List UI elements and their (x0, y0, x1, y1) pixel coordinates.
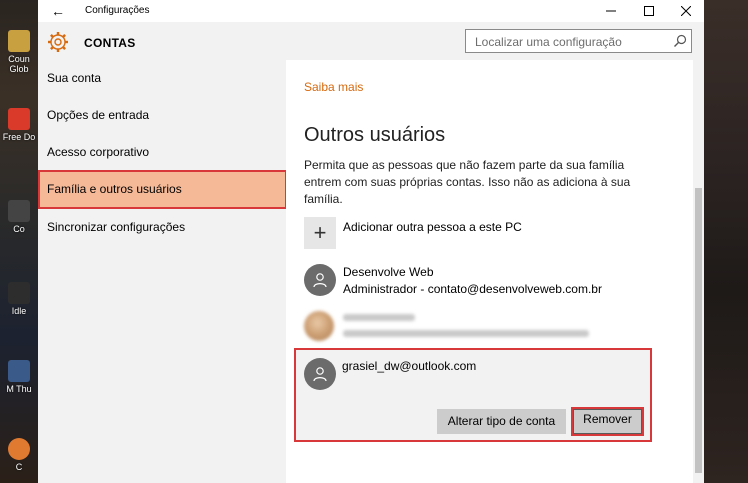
download-app-icon (8, 108, 30, 130)
gear-icon (48, 32, 68, 52)
main-content: Saiba mais Outros usuários Permita que a… (286, 60, 704, 483)
section-description: Permita que as pessoas que não fazem par… (304, 158, 631, 206)
settings-header: CONTAS Localizar uma configuração (38, 22, 704, 60)
user-icon (313, 367, 327, 382)
desktop-icon-6[interactable]: C (0, 438, 38, 472)
sidebar-item-acesso-corporativo[interactable]: Acesso corporativo (38, 134, 286, 170)
close-button[interactable] (668, 0, 704, 22)
plus-icon: + (313, 220, 327, 245)
blurred-name (343, 314, 415, 321)
sidebar-item-sincronizar[interactable]: Sincronizar configurações (38, 209, 286, 245)
search-icon[interactable] (673, 34, 687, 48)
selected-user-panel[interactable]: grasiel_dw@outlook.com Alterar tipo de c… (294, 348, 652, 442)
desktop-icon-3[interactable]: Co (0, 200, 38, 234)
user-icon (313, 273, 327, 288)
sidebar-item-label: Acesso corporativo (47, 145, 150, 159)
sidebar-item-label: Sua conta (47, 71, 102, 85)
remove-button[interactable]: Remover (571, 407, 644, 436)
search-placeholder: Localizar uma configuração (475, 35, 622, 49)
remove-button-focus: Remover (573, 409, 642, 434)
arrow-left-icon: ← (51, 3, 65, 19)
desktop-icon-1[interactable]: Coun Glob (0, 30, 38, 74)
saiba-mais-link[interactable]: Saiba mais (304, 80, 363, 94)
add-person-label[interactable]: Adicionar outra pessoa a este PC (343, 220, 522, 234)
close-icon (680, 5, 692, 17)
scrollbar[interactable] (693, 60, 704, 483)
maximize-icon (644, 6, 654, 16)
blurred-avatar (304, 311, 334, 341)
desktop-right-strip (704, 0, 748, 483)
desktop-icon-5[interactable]: M Thu (0, 360, 38, 394)
sidebar-item-sua-conta[interactable]: Sua conta (38, 60, 286, 96)
title-bar: ← Configurações (38, 0, 704, 22)
sidebar-item-label: Sincronizar configurações (47, 220, 186, 234)
minimize-button[interactable] (593, 0, 629, 22)
avatar (304, 358, 336, 390)
app-icon (8, 200, 30, 222)
scrollbar-thumb[interactable] (695, 188, 702, 473)
idle-app-icon (8, 282, 30, 304)
desktop-left-strip: Coun Glob Free Do Co Idle M Thu C (0, 0, 38, 483)
back-button[interactable]: ← (46, 2, 70, 20)
user-detail: Administrador - contato@desenvolveweb.co… (343, 282, 602, 296)
change-account-type-button[interactable]: Alterar tipo de conta (437, 409, 566, 434)
settings-window: ← Configurações CONTAS Localizar uma con… (38, 0, 704, 483)
sidebar-item-opcoes-de-entrada[interactable]: Opções de entrada (38, 97, 286, 133)
section-title: Outros usuários (304, 124, 446, 146)
search-input[interactable]: Localizar uma configuração (465, 29, 692, 53)
sidebar: Sua conta Opções de entrada Acesso corpo… (38, 60, 287, 483)
sidebar-item-familia[interactable]: Família e outros usuários (38, 170, 287, 209)
thunderbird-icon (8, 360, 30, 382)
window-title: Configurações (85, 5, 150, 16)
user-name[interactable]: Desenvolve Web (343, 265, 434, 279)
sidebar-item-label: Família e outros usuários (47, 182, 182, 196)
game-icon (8, 30, 30, 52)
app-icon (8, 438, 30, 460)
desktop-icon-2[interactable]: Free Do (0, 108, 38, 142)
sidebar-item-label: Opções de entrada (47, 108, 150, 122)
page-title: CONTAS (84, 36, 136, 50)
user-email: grasiel_dw@outlook.com (342, 359, 477, 373)
blurred-detail (343, 330, 589, 337)
desktop-icon-4[interactable]: Idle (0, 282, 38, 316)
minimize-icon (606, 10, 616, 12)
maximize-button[interactable] (631, 0, 667, 22)
avatar (304, 264, 336, 296)
add-person-button[interactable]: + (304, 217, 336, 249)
